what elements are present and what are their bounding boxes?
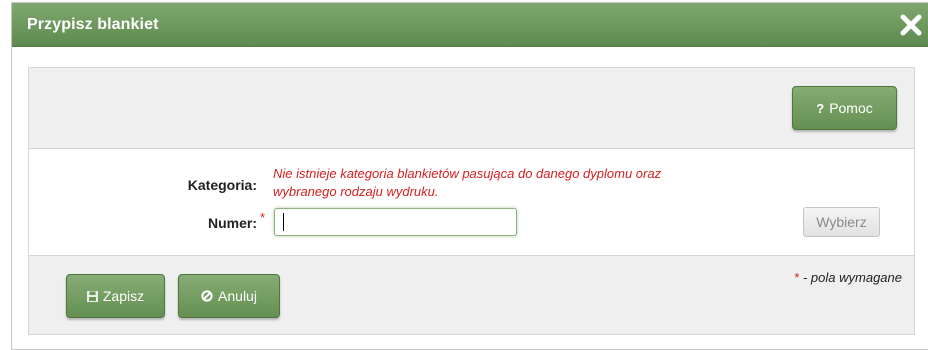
dialog-toolbar: ? Pomoc [28,67,915,149]
kategoria-error-message: Nie istnieje kategoria blankietów pasują… [273,166,662,199]
numer-input[interactable] [274,208,517,236]
dialog-footer: Zapisz Anuluj * - pola wymagane [28,255,915,335]
save-button[interactable]: Zapisz [66,274,165,318]
help-button-label: Pomoc [829,100,873,116]
close-icon [900,14,922,36]
required-note-text: - pola wymagane [799,270,902,285]
kategoria-label: Kategoria: [187,177,257,193]
numer-label: Numer: [207,215,257,231]
form-area: Kategoria: Nie istnieje kategoria blanki… [28,149,915,255]
assign-form-dialog: Przypisz blankiet ? Pomoc Kategoria: Nie… [11,2,928,350]
text-caret [283,213,284,231]
save-button-label: Zapisz [102,288,145,304]
floppy-disk-icon [86,290,98,302]
cancel-button-label: Anuluj [218,288,257,304]
numer-required-star: * [260,210,266,225]
dialog-title: Przypisz blankiet [27,16,159,33]
close-button[interactable] [898,12,924,38]
question-mark-icon: ? [816,100,825,116]
help-button[interactable]: ? Pomoc [792,86,897,130]
cancel-button[interactable]: Anuluj [178,274,280,318]
select-button[interactable]: Wybierz [803,207,880,237]
dialog-titlebar[interactable]: Przypisz blankiet [12,3,928,47]
required-fields-note: * - pola wymagane [794,270,902,285]
ban-circle-icon [201,290,213,302]
